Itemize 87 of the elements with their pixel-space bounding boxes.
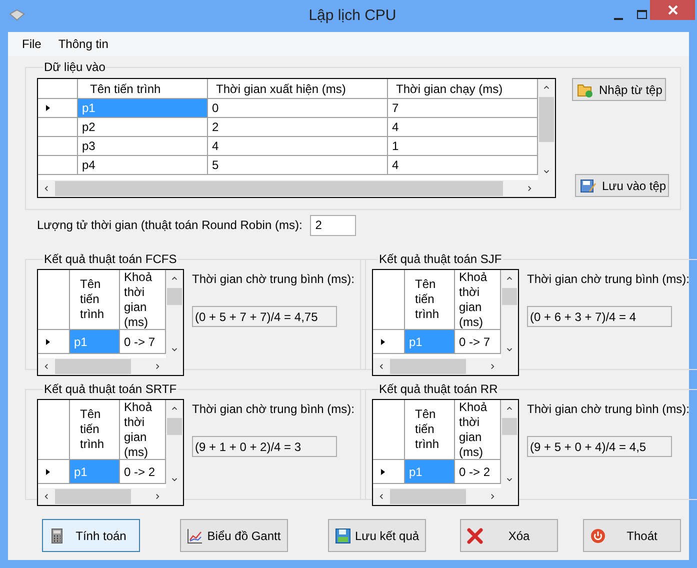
table-cell: p1 [78,99,208,118]
group-title: Kết quả thuật toán FCFS [43,251,178,268]
scrollbar-thumb[interactable] [502,288,517,305]
row-header[interactable] [38,460,70,484]
scrollbar-thumb[interactable] [502,418,517,435]
average-wait-field: (9 + 1 + 0 + 2)/4 = 3 [192,436,337,457]
row-header[interactable] [38,99,78,118]
action-button[interactable]: Thoát [583,519,681,552]
group-title: Kết quả thuật toán RR [378,381,499,398]
line-chart-icon [187,528,203,544]
row-header[interactable] [38,156,78,175]
scrollbar-thumb[interactable] [539,97,554,142]
scrollbar-thumb[interactable] [390,489,466,504]
current-row-icon [44,103,52,113]
average-wait-field: (0 + 5 + 7 + 7)/4 = 4,75 [192,306,337,327]
table-cell: 2 [208,118,388,137]
scrollbar-thumb[interactable] [167,288,182,305]
power-icon [590,528,606,544]
table-cell: 1 [388,137,538,156]
scrollbar-thumb[interactable] [55,359,131,374]
average-wait-label: Thời gian chờ trung bình (ms): [192,271,354,288]
quantum-input[interactable]: 2 [310,214,356,236]
average-wait-field: (0 + 6 + 3 + 7)/4 = 4 [527,306,672,327]
table-cell: 4 [388,118,538,137]
current-row-icon [379,336,387,346]
menu-item[interactable]: Thông tin [50,33,116,55]
vertical-scrollbar[interactable] [501,270,518,358]
average-wait-field: (9 + 5 + 0 + 4)/4 = 4,5 [527,436,672,457]
scrollbar-thumb[interactable] [55,181,503,196]
horizontal-scrollbar[interactable] [38,358,166,375]
table-cell: 4 [388,156,538,175]
file-button[interactable]: Nhập từ tệp [572,78,666,101]
table-cell: p1 [70,460,120,484]
vertical-scrollbar[interactable] [538,79,555,180]
table-cell: p4 [78,156,208,175]
file-button[interactable]: Lưu vào tệp [575,174,669,197]
table-cell: 7 [388,99,538,118]
table-cell: 0 -> 7 [120,330,166,354]
folder-icon [577,82,593,98]
group-title: Kết quả thuật toán SRTF [43,381,178,398]
vertical-scrollbar[interactable] [166,270,183,358]
quantum-label: Lượng tử thời gian (thuật toán Round Robin (ms): [37,217,302,234]
close-button[interactable] [650,0,695,20]
cross-icon [467,528,483,544]
row-header[interactable] [38,330,70,354]
table-cell: p1 [405,330,455,354]
table-cell: p2 [78,118,208,137]
action-button[interactable]: Biểu đồ Gantt [180,519,288,552]
vertical-scrollbar[interactable] [166,400,183,488]
table-cell: p3 [78,137,208,156]
menu-item[interactable]: File [14,33,50,55]
row-header[interactable] [38,137,78,156]
table-cell: 0 -> 2 [120,460,166,484]
scrollbar-thumb[interactable] [167,418,182,435]
table-cell: 0 -> 2 [455,460,501,484]
table-cell: 4 [208,137,388,156]
calculator-icon [49,528,65,544]
scrollbar-thumb[interactable] [390,359,466,374]
table-cell: p1 [70,330,120,354]
row-header[interactable] [373,330,405,354]
horizontal-scrollbar[interactable] [373,358,501,375]
action-button[interactable]: Tính toán [42,519,140,552]
group-title: Kết quả thuật toán SJF [378,251,503,268]
table-cell: p1 [405,460,455,484]
table-cell: 0 -> 7 [455,330,501,354]
window-title: Lập lịch CPU [308,6,396,26]
vertical-scrollbar[interactable] [501,400,518,488]
action-button[interactable]: Xóa [460,519,558,552]
horizontal-scrollbar[interactable] [373,488,501,505]
app-icon [9,9,25,21]
table-cell: 5 [208,156,388,175]
current-row-icon [379,466,387,476]
close-icon [668,5,678,15]
current-row-icon [44,336,52,346]
group-title: Dữ liệu vào [43,59,106,76]
scrollbar-thumb[interactable] [55,489,131,504]
horizontal-scrollbar[interactable] [38,488,166,505]
average-wait-label: Thời gian chờ trung bình (ms): [527,271,690,288]
table-cell: 0 [208,99,388,118]
action-button[interactable]: Lưu kết quả [328,519,426,552]
current-row-icon [44,466,52,476]
row-header[interactable] [373,460,405,484]
horizontal-scrollbar[interactable] [38,180,538,197]
row-header[interactable] [38,118,78,137]
average-wait-label: Thời gian chờ trung bình (ms): [192,401,354,418]
average-wait-label: Thời gian chờ trung bình (ms): [527,401,690,418]
disk-pencil-icon [580,178,596,194]
